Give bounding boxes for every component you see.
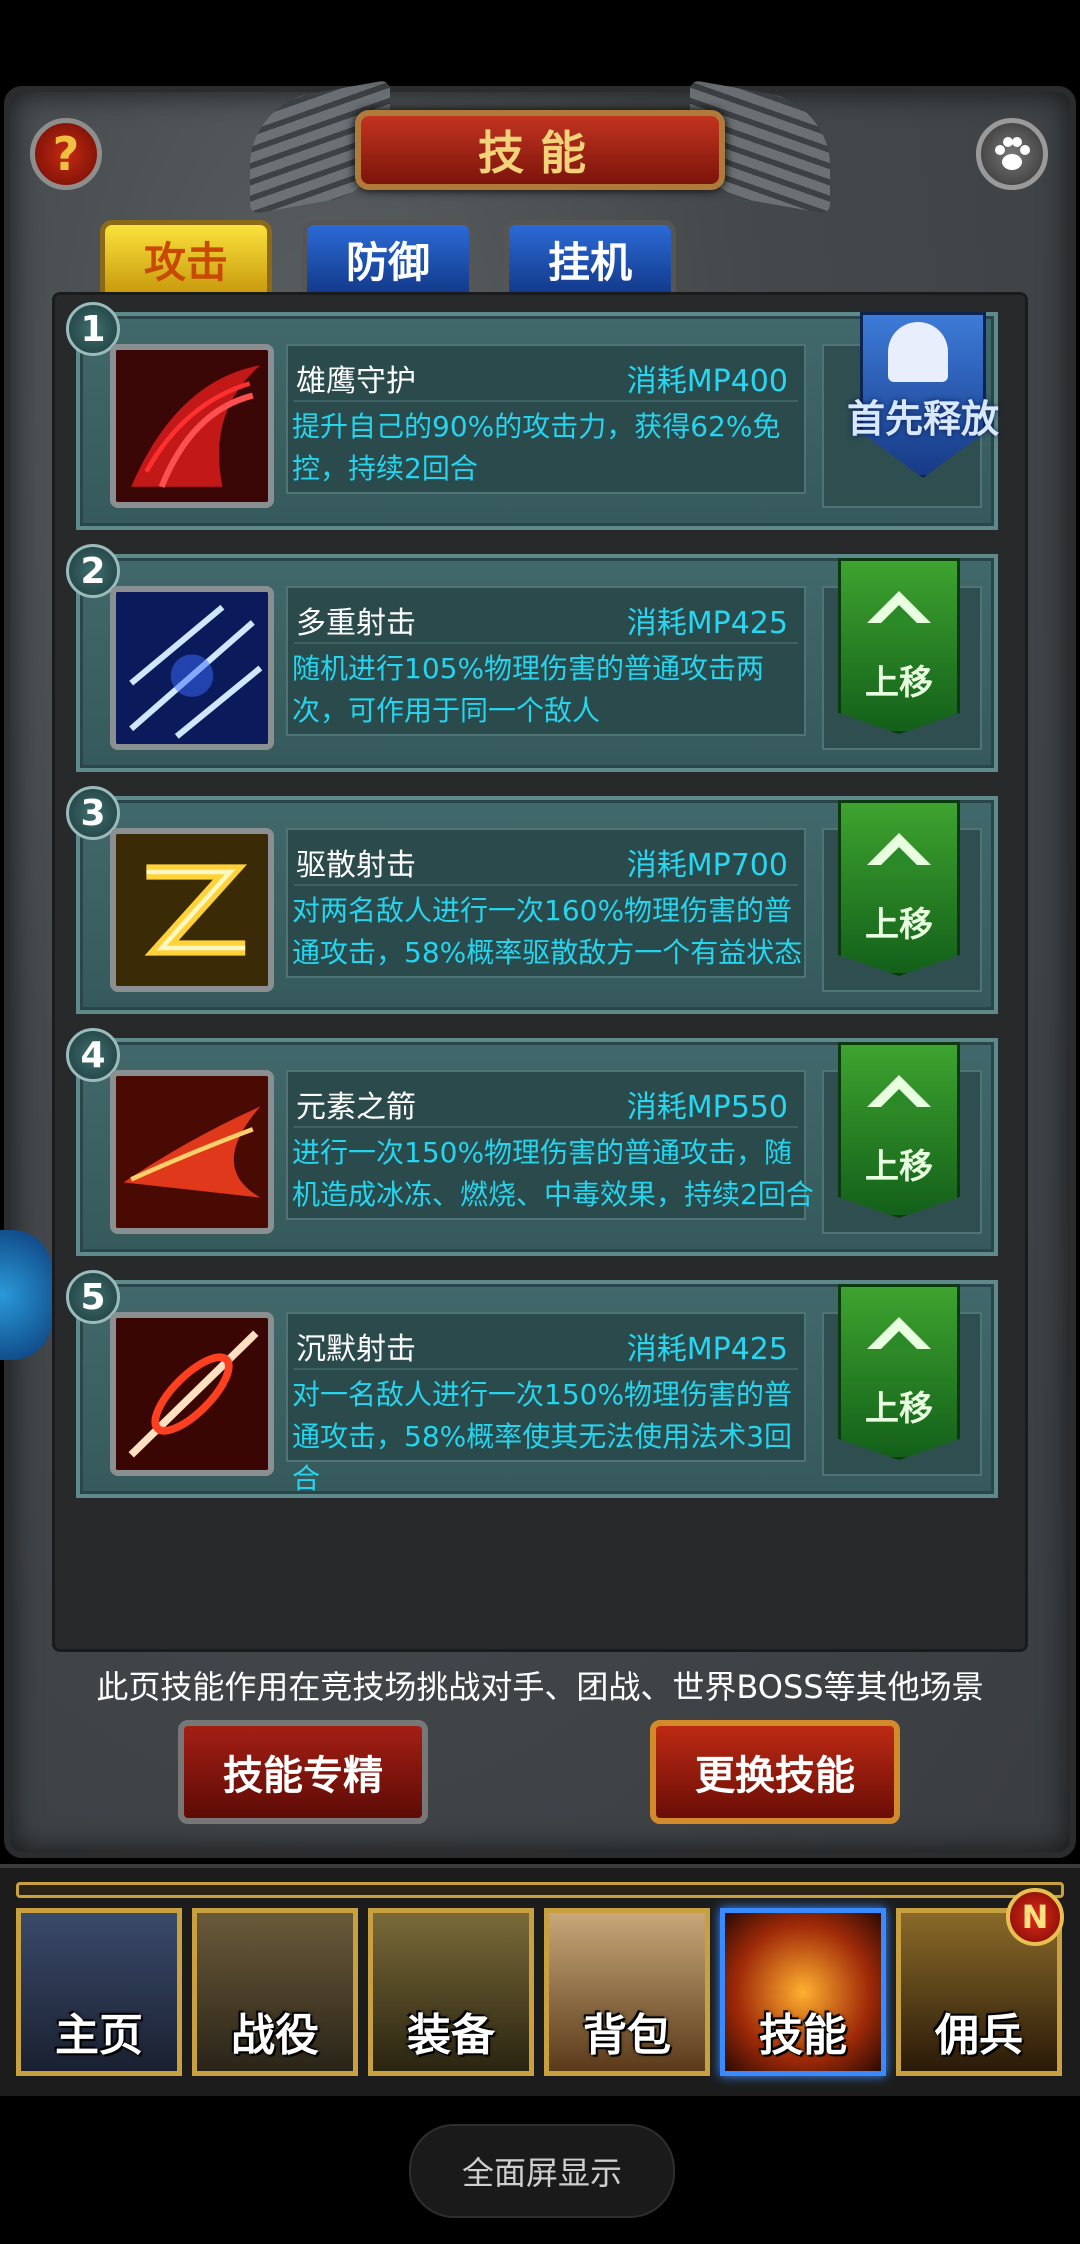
skill-description: 随机进行105%物理伤害的普通攻击两次，可作用于同一个敌人 <box>292 652 765 727</box>
floating-assistant-icon[interactable] <box>0 1230 52 1360</box>
chevron-up-icon <box>867 833 931 865</box>
skill-cost: 消耗MP425 <box>626 606 788 641</box>
fullscreen-display-button[interactable]: 全面屏显示 <box>409 2124 675 2218</box>
move-up-button[interactable]: 上移 <box>838 1042 960 1218</box>
nav-label: 战役 <box>231 2010 319 2061</box>
tab-idle[interactable]: 挂机 <box>504 220 676 298</box>
nav-label: 佣兵 <box>935 2010 1023 2061</box>
nav-equipment[interactable]: 装备 <box>368 1908 534 2076</box>
lightning-chain-icon[interactable] <box>110 828 274 992</box>
chevron-up-icon <box>867 1075 931 1107</box>
tab-defense[interactable]: 防御 <box>302 220 474 298</box>
skill-info: 雄鹰守护 消耗MP400 提升自己的90%的攻击力，获得62%免控，持续2回合 <box>286 344 806 494</box>
skill-card-5: 5 沉默射击 消耗MP425 对一名敌人进行一次150%物理伤害的普通攻击，58… <box>66 1270 998 1498</box>
action-slot: 上移 <box>822 1042 982 1234</box>
move-up-label: 上移 <box>865 1389 933 1429</box>
action-slot: 上移 <box>822 558 982 750</box>
nav-divider <box>16 1882 1064 1898</box>
helmet-icon <box>888 322 948 382</box>
divider <box>294 400 798 402</box>
skill-description: 对两名敌人进行一次160%物理伤害的普通攻击，58%概率驱散敌方一个有益状态 <box>292 894 803 969</box>
move-up-button[interactable]: 上移 <box>838 1284 960 1460</box>
question-icon: ? <box>52 127 80 181</box>
divider <box>294 884 798 886</box>
skill-name: 雄鹰守护 <box>296 364 416 399</box>
skill-description: 进行一次150%物理伤害的普通攻击，随机造成冰冻、燃烧、中毒效果，持续2回合 <box>292 1136 814 1211</box>
silence-spear-icon[interactable] <box>110 1312 274 1476</box>
skill-card-3: 3 驱散射击 消耗MP700 对两名敌人进行一次160%物理伤害的普通攻击，58… <box>66 786 998 1014</box>
move-up-label: 上移 <box>865 1147 933 1187</box>
skill-info: 多重射击 消耗MP425 随机进行105%物理伤害的普通攻击两次，可作用于同一个… <box>286 586 806 736</box>
tab-attack[interactable]: 攻击 <box>100 220 272 298</box>
chevron-up-icon <box>867 1317 931 1349</box>
scene-note: 此页技能作用在竞技场挑战对手、团战、世界BOSS等其他场景 <box>96 1668 984 1706</box>
nav-home[interactable]: 主页 <box>16 1908 182 2076</box>
skill-mastery-button[interactable]: 技能专精 <box>178 1720 428 1824</box>
help-button[interactable]: ? <box>30 118 102 190</box>
eagle-wing-icon[interactable] <box>110 344 274 508</box>
skill-card-2: 2 多重射击 消耗MP425 随机进行105%物理伤害的普通攻击两次，可作用于同… <box>66 544 998 772</box>
move-up-button[interactable]: 上移 <box>838 558 960 734</box>
action-slot: 上移 <box>822 1284 982 1476</box>
skill-cost: 消耗MP550 <box>626 1090 788 1125</box>
skill-name: 元素之箭 <box>296 1090 416 1125</box>
skill-info: 驱散射击 消耗MP700 对两名敌人进行一次160%物理伤害的普通攻击，58%概… <box>286 828 806 978</box>
flame-feather-icon[interactable] <box>110 1070 274 1234</box>
multi-arrow-icon[interactable] <box>110 586 274 750</box>
skill-description: 提升自己的90%的攻击力，获得62%免控，持续2回合 <box>292 410 781 485</box>
action-slot: 上移 <box>822 800 982 992</box>
chevron-up-icon <box>867 591 931 623</box>
move-up-button[interactable]: 上移 <box>838 800 960 976</box>
skill-cost: 消耗MP425 <box>626 1332 788 1367</box>
skill-name: 驱散射击 <box>296 848 416 883</box>
nav-bag[interactable]: 背包 <box>544 1908 710 2076</box>
skill-cost: 消耗MP700 <box>626 848 788 883</box>
move-up-label: 上移 <box>865 663 933 703</box>
cast-first-label: 首先释放 <box>846 397 999 441</box>
new-badge: N <box>1006 1888 1064 1946</box>
divider <box>294 1126 798 1128</box>
pet-button[interactable] <box>976 118 1048 190</box>
divider <box>294 642 798 644</box>
nav-label: 背包 <box>583 2010 671 2061</box>
move-up-label: 上移 <box>865 905 933 945</box>
skill-description: 对一名敌人进行一次150%物理伤害的普通攻击，58%概率使其无法使用法术3回合 <box>292 1378 793 1495</box>
nav-label: 装备 <box>407 2010 495 2061</box>
skill-info: 元素之箭 消耗MP550 进行一次150%物理伤害的普通攻击，随机造成冰冻、燃烧… <box>286 1070 814 1220</box>
paw-icon <box>995 137 1030 170</box>
skill-card-4: 4 元素之箭 消耗MP550 进行一次150%物理伤害的普通攻击，随机造成冰冻、… <box>66 1028 998 1256</box>
skill-name: 沉默射击 <box>296 1332 416 1367</box>
page-title: 技能 <box>355 110 725 190</box>
skill-name: 多重射击 <box>296 606 416 641</box>
change-skill-button[interactable]: 更换技能 <box>650 1720 900 1824</box>
divider <box>294 1368 798 1370</box>
nav-label: 主页 <box>55 2010 143 2061</box>
nav-label: 技能 <box>759 2010 847 2061</box>
skill-cost: 消耗MP400 <box>626 364 788 399</box>
skill-info: 沉默射击 消耗MP425 对一名敌人进行一次150%物理伤害的普通攻击，58%概… <box>286 1312 806 1495</box>
nav-campaign[interactable]: 战役 <box>192 1908 358 2076</box>
nav-skills[interactable]: 技能 <box>720 1908 886 2076</box>
